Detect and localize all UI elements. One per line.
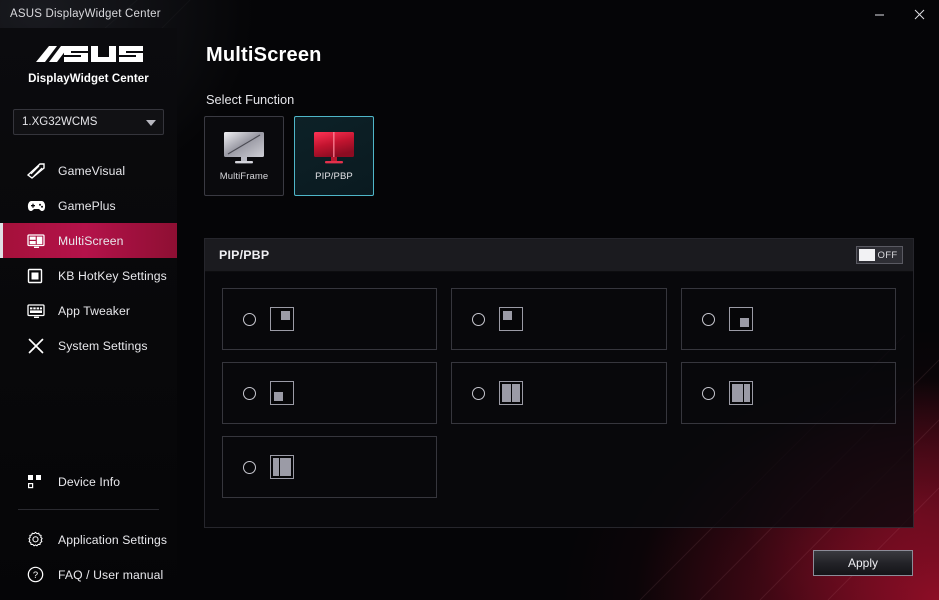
app-window: ASUS DisplayWidget Center DisplayWidget … (0, 0, 939, 600)
toggle-label: OFF (877, 249, 898, 261)
select-function-label: Select Function (206, 92, 295, 107)
layout-option-grid (205, 272, 913, 514)
sidebar-item-label: GamePlus (58, 198, 116, 213)
brand-block: DisplayWidget Center (0, 28, 177, 95)
minimize-icon (874, 14, 884, 15)
sidebar-item-app-tweaker[interactable]: App Tweaker (0, 293, 177, 328)
close-button[interactable] (899, 0, 939, 28)
sidebar-item-label: Application Settings (58, 532, 168, 547)
layout-pip-top-right-icon (270, 307, 294, 331)
sidebar-item-label: MultiScreen (58, 233, 124, 248)
radio-icon (472, 386, 486, 400)
function-card-group: MultiFrame PIP/PBP (204, 116, 374, 196)
function-card-label: MultiFrame (219, 171, 269, 182)
device-select-dropdown[interactable]: 1.XG32WCMS (13, 109, 164, 135)
radio-icon (243, 312, 256, 326)
sidebar-item-kb-hotkey-settings[interactable]: KB HotKey Settings (0, 258, 177, 293)
layout-pip-bottom-right-icon (728, 307, 753, 331)
device-info-icon (27, 474, 49, 490)
sidebar: DisplayWidget Center 1.XG32WCMS GameVisu… (0, 28, 177, 600)
tools-icon (27, 337, 49, 355)
gear-icon (27, 531, 49, 548)
function-card-pip-pbp[interactable]: PIP/PBP (294, 116, 374, 196)
monitor-multiframe-icon (224, 132, 264, 164)
keyboard-icon (27, 268, 49, 284)
pip-pbp-toggle[interactable]: OFF (856, 246, 903, 264)
page-title: MultiScreen (206, 44, 322, 66)
sidebar-item-gameplus[interactable]: GamePlus (0, 188, 177, 223)
asus-logo-icon (35, 46, 143, 62)
sidebar-item-application-settings[interactable]: Application Settings (0, 522, 177, 557)
sidebar-item-multiscreen[interactable]: MultiScreen (0, 223, 177, 258)
gamepad-icon (27, 199, 49, 213)
multiscreen-icon (27, 233, 49, 249)
sidebar-item-label: GameVisual (58, 163, 126, 178)
layout-pip-top-left-icon (499, 307, 524, 331)
layout-option-pip-top-left[interactable] (451, 288, 667, 350)
radio-icon (701, 386, 715, 400)
apply-button[interactable]: Apply (813, 550, 913, 576)
device-select-value: 1.XG32WCMS (22, 116, 98, 128)
sidebar-item-label: Device Info (58, 474, 121, 489)
sidebar-item-label: KB HotKey Settings (58, 268, 167, 283)
sidebar-item-faq-user-manual[interactable]: ? FAQ / User manual (0, 557, 177, 592)
sidebar-nav: GameVisual GamePlus MultiScreen KB HotKe… (0, 153, 177, 363)
close-icon (914, 9, 924, 19)
layout-pip-bottom-left-icon (270, 381, 294, 405)
monitor-pip-icon (314, 132, 354, 164)
layout-pbp-wide-left-icon (728, 381, 753, 405)
panel-header: PIP/PBP OFF (205, 239, 913, 272)
function-card-multiframe[interactable]: MultiFrame (204, 116, 284, 196)
sidebar-item-device-info[interactable]: Device Info (0, 464, 177, 499)
layout-option-pbp-wide-left[interactable] (680, 362, 896, 424)
layout-grid-spacer (451, 436, 666, 498)
pip-pbp-panel: PIP/PBP OFF (204, 238, 914, 528)
svg-text:?: ? (33, 570, 38, 581)
layout-option-pip-bottom-left[interactable] (222, 362, 438, 424)
sidebar-item-system-settings[interactable]: System Settings (0, 328, 177, 363)
sidebar-divider (18, 509, 159, 510)
radio-icon (243, 460, 256, 474)
window-title: ASUS DisplayWidget Center (10, 8, 161, 20)
layout-option-pip-top-right[interactable] (222, 288, 438, 350)
sidebar-item-label: App Tweaker (58, 303, 131, 318)
chevron-down-icon (146, 113, 156, 131)
layout-option-pip-bottom-right[interactable] (680, 288, 896, 350)
radio-icon (472, 312, 486, 326)
function-card-label: PIP/PBP (315, 171, 353, 182)
brand-subtitle: DisplayWidget Center (28, 73, 149, 85)
question-icon: ? (27, 566, 49, 583)
layout-pbp-wide-right-icon (270, 455, 294, 479)
radio-icon (243, 386, 256, 400)
sidebar-item-label: System Settings (58, 338, 148, 353)
main-content: MultiScreen Select Function MultiFrame P… (177, 28, 939, 600)
gamevisual-icon (27, 162, 49, 179)
minimize-button[interactable] (859, 0, 899, 28)
app-tweaker-icon (27, 303, 49, 319)
layout-option-pbp-equal[interactable] (451, 362, 667, 424)
radio-icon (701, 312, 715, 326)
toggle-knob (859, 249, 875, 261)
layout-pbp-equal-icon (499, 381, 524, 405)
panel-title: PIP/PBP (219, 248, 270, 262)
layout-option-pbp-wide-right[interactable] (222, 436, 438, 498)
title-bar: ASUS DisplayWidget Center (0, 0, 939, 28)
sidebar-nav-bottom: Device Info Application Settings ? FAQ /… (0, 464, 177, 592)
sidebar-item-gamevisual[interactable]: GameVisual (0, 153, 177, 188)
sidebar-item-label: FAQ / User manual (58, 567, 164, 582)
window-controls (859, 0, 939, 28)
layout-grid-spacer (681, 436, 896, 498)
